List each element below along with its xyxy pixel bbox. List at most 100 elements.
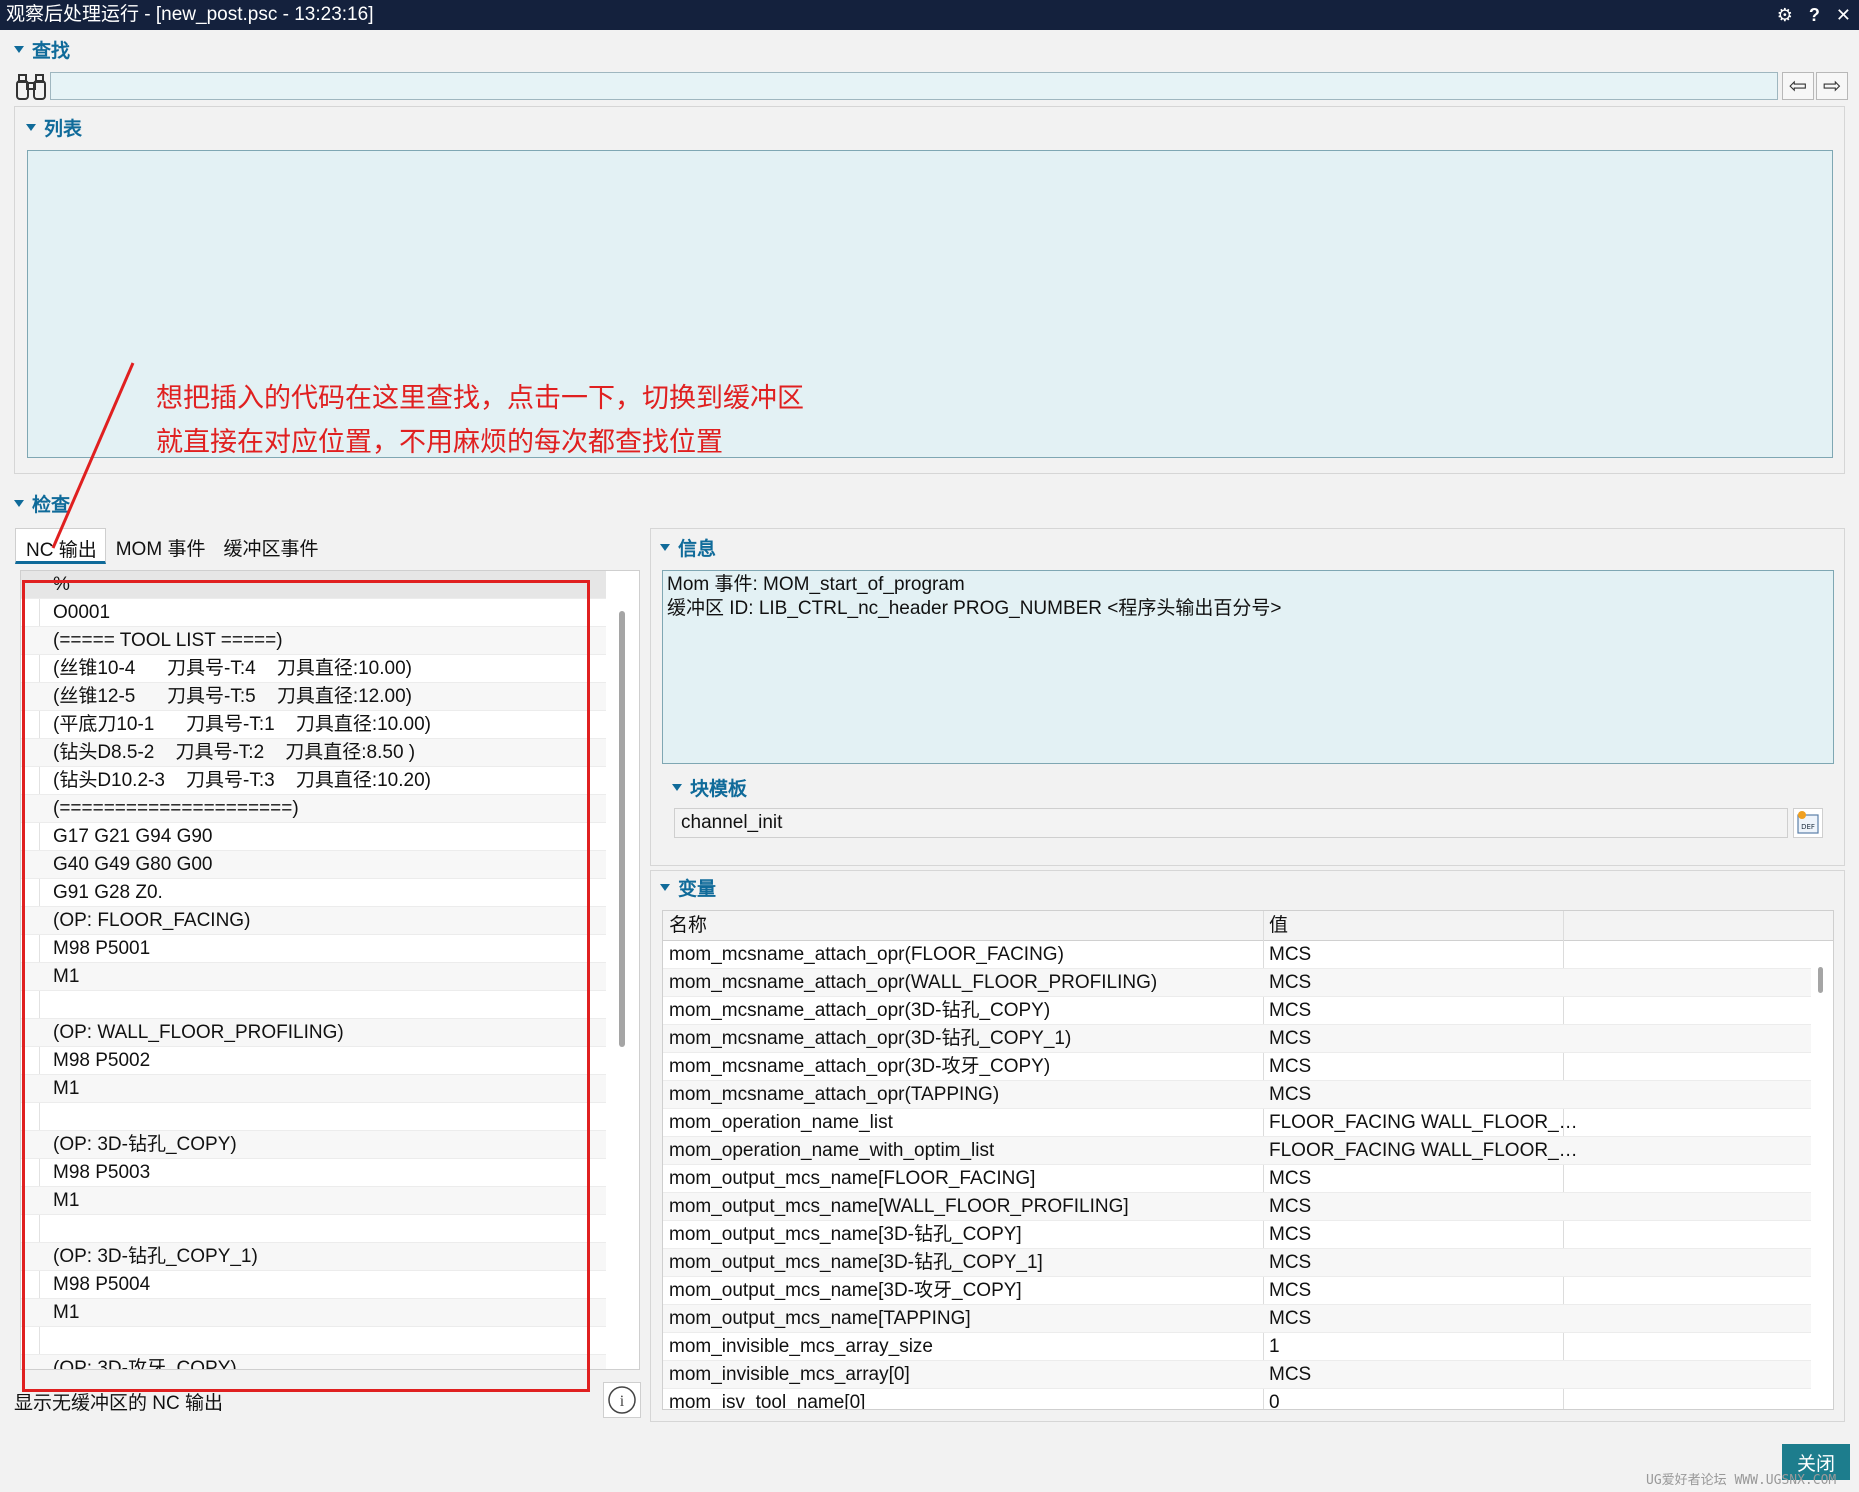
variables-section-header[interactable]: 变量: [660, 874, 716, 901]
list-section-header[interactable]: 列表: [26, 114, 82, 141]
variable-value: MCS: [1269, 1000, 1312, 1021]
collapse-icon: [660, 544, 670, 551]
find-prev-button[interactable]: ⇦: [1782, 72, 1814, 100]
table-row[interactable]: mom_mcsname_attach_opr(3D-钻孔_COPY) MCS: [663, 997, 1811, 1025]
variable-value: FLOOR_FACING WALL_FLOOR_P...: [1269, 1140, 1579, 1161]
def-button[interactable]: DEF: [1793, 808, 1823, 838]
table-row[interactable]: mom_output_mcs_name[TAPPING] MCS: [663, 1305, 1811, 1333]
nc-output-line[interactable]: M98 P5001: [21, 935, 606, 963]
variable-value: 1: [1269, 1336, 1280, 1357]
nc-output-line[interactable]: [21, 991, 606, 1019]
nc-output-line[interactable]: [21, 1327, 606, 1355]
tab-mom-events[interactable]: MOM 事件: [106, 528, 214, 564]
variable-name: mom_mcsname_attach_opr(WALL_FLOOR_PROFIL…: [669, 972, 1158, 993]
nc-output-line[interactable]: O0001: [21, 599, 606, 627]
info-label: 信息: [678, 539, 717, 560]
table-row[interactable]: mom_invisible_mcs_array[0] MCS: [663, 1361, 1811, 1389]
info-section-header[interactable]: 信息: [660, 534, 716, 561]
nc-scrollbar[interactable]: [619, 611, 625, 1047]
block-template-field[interactable]: channel_init: [674, 808, 1788, 838]
nc-output-line[interactable]: (OP: 3D-钻孔_COPY): [21, 1131, 606, 1159]
find-next-button[interactable]: ⇨: [1816, 72, 1848, 100]
table-row[interactable]: mom_operation_name_list FLOOR_FACING WALL…: [663, 1109, 1811, 1137]
nc-output-line[interactable]: G17 G21 G94 G90: [21, 823, 606, 851]
table-row[interactable]: mom_isv_tool_name[0] 0: [663, 1389, 1811, 1410]
table-row[interactable]: mom_invisible_mcs_array_size 1: [663, 1333, 1811, 1361]
block-template-header[interactable]: 块模板: [672, 774, 747, 801]
table-row[interactable]: mom_mcsname_attach_opr(FLOOR_FACING) MCS: [663, 941, 1811, 969]
nc-output-line[interactable]: (===== TOOL LIST =====): [21, 627, 606, 655]
table-row[interactable]: mom_operation_name_with_optim_list FLOOR_…: [663, 1137, 1811, 1165]
nc-output-line[interactable]: M98 P5003: [21, 1159, 606, 1187]
table-row[interactable]: mom_mcsname_attach_opr(3D-攻牙_COPY) MCS: [663, 1053, 1811, 1081]
search-input[interactable]: [50, 72, 1778, 100]
binoculars-icon[interactable]: [14, 72, 48, 102]
def-icon: DEF: [1797, 811, 1819, 834]
collapse-icon: [14, 500, 24, 507]
variables-scrollbar[interactable]: [1818, 967, 1823, 993]
nc-output-line[interactable]: M1: [21, 1187, 606, 1215]
nc-output-line[interactable]: M1: [21, 963, 606, 991]
nc-output-line[interactable]: M98 P5002: [21, 1047, 606, 1075]
table-row[interactable]: mom_mcsname_attach_opr(3D-钻孔_COPY_1) MCS: [663, 1025, 1811, 1053]
column-header-name[interactable]: 名称: [669, 911, 1259, 941]
column-header-value[interactable]: 值: [1269, 911, 1579, 941]
nc-output-line[interactable]: [21, 1103, 606, 1131]
variable-value: MCS: [1269, 1224, 1312, 1245]
table-row[interactable]: mom_output_mcs_name[WALL_FLOOR_PROFILING…: [663, 1193, 1811, 1221]
tab-buffer-events[interactable]: 缓冲区事件: [213, 528, 326, 564]
nc-output-line[interactable]: G40 G49 G80 G00: [21, 851, 606, 879]
close-icon[interactable]: ✕: [1836, 0, 1851, 30]
block-template-label: 块模板: [690, 779, 748, 800]
nc-output-line[interactable]: (钻头D10.2-3 刀具号-T:3 刀具直径:10.20): [21, 767, 606, 795]
variables-table-header: 名称 值: [663, 911, 1833, 941]
variable-name: mom_mcsname_attach_opr(TAPPING): [669, 1084, 1000, 1105]
find-label: 查找: [32, 41, 71, 62]
nc-output-line[interactable]: %: [21, 571, 606, 599]
tab-nc-output[interactable]: NC 输出: [15, 528, 106, 564]
variable-value: MCS: [1269, 1364, 1312, 1385]
collapse-icon: [26, 124, 36, 131]
nc-output-line[interactable]: (OP: 3D-钻孔_COPY_1): [21, 1243, 606, 1271]
nc-output-line[interactable]: G91 G28 Z0.: [21, 879, 606, 907]
variables-table[interactable]: 名称 值 mom_mcsname_attach_opr(FLOOR_FACING…: [662, 910, 1834, 1410]
nc-output-line[interactable]: M98 P5004: [21, 1271, 606, 1299]
variable-value: MCS: [1269, 1252, 1312, 1273]
nc-output-list[interactable]: % O0001 (===== TOOL LIST =====) (丝锥10-4 刀具号…: [20, 570, 640, 1370]
nc-output-line[interactable]: (=====================): [21, 795, 606, 823]
variable-value: MCS: [1269, 944, 1312, 965]
help-icon[interactable]: ?: [1809, 0, 1820, 30]
table-row[interactable]: mom_output_mcs_name[3D-钻孔_COPY] MCS: [663, 1221, 1811, 1249]
find-section-header[interactable]: 查找: [14, 36, 70, 63]
table-row[interactable]: mom_output_mcs_name[3D-钻孔_COPY_1] MCS: [663, 1249, 1811, 1277]
variable-name: mom_operation_name_with_optim_list: [669, 1140, 995, 1161]
variable-value: MCS: [1269, 1196, 1312, 1217]
variable-name: mom_output_mcs_name[3D-攻牙_COPY]: [669, 1280, 1022, 1301]
info-button[interactable]: i: [603, 1382, 641, 1418]
table-row[interactable]: mom_mcsname_attach_opr(WALL_FLOOR_PROFIL…: [663, 969, 1811, 997]
nc-output-line[interactable]: [21, 1215, 606, 1243]
table-row[interactable]: mom_output_mcs_name[FLOOR_FACING] MCS: [663, 1165, 1811, 1193]
nc-output-line[interactable]: M1: [21, 1075, 606, 1103]
nc-output-line[interactable]: (钻头D8.5-2 刀具号-T:2 刀具直径:8.50 ): [21, 739, 606, 767]
variable-name: mom_mcsname_attach_opr(FLOOR_FACING): [669, 944, 1064, 965]
check-section-header[interactable]: 检查: [14, 490, 70, 517]
variable-value: 0: [1269, 1392, 1280, 1410]
gear-icon[interactable]: ⚙: [1777, 0, 1793, 30]
variable-name: mom_isv_tool_name[0]: [669, 1392, 866, 1410]
table-row[interactable]: mom_output_mcs_name[3D-攻牙_COPY] MCS: [663, 1277, 1811, 1305]
collapse-icon: [14, 46, 24, 53]
nc-output-line[interactable]: (平底刀10-1 刀具号-T:1 刀具直径:10.00): [21, 711, 606, 739]
annotation-line-2: 就直接在对应位置，不用麻烦的每次都查找位置: [156, 427, 723, 458]
nc-output-line[interactable]: (丝锥12-5 刀具号-T:5 刀具直径:12.00): [21, 683, 606, 711]
nc-output-line[interactable]: (OP: FLOOR_FACING): [21, 907, 606, 935]
watermark: UG爱好者论坛 WWW.UGSNX.COM: [1646, 1473, 1837, 1488]
nc-output-line[interactable]: (OP: WALL_FLOOR_PROFILING): [21, 1019, 606, 1047]
variable-name: mom_output_mcs_name[3D-钻孔_COPY]: [669, 1224, 1022, 1245]
variable-name: mom_mcsname_attach_opr(3D-钻孔_COPY): [669, 1000, 1051, 1021]
nc-output-line[interactable]: (OP: 3D-攻牙_COPY): [21, 1355, 606, 1369]
window-title: 观察后处理运行 - [new_post.psc - 13:23:16]: [6, 4, 374, 25]
table-row[interactable]: mom_mcsname_attach_opr(TAPPING) MCS: [663, 1081, 1811, 1109]
nc-output-line[interactable]: (丝锥10-4 刀具号-T:4 刀具直径:10.00): [21, 655, 606, 683]
nc-output-line[interactable]: M1: [21, 1299, 606, 1327]
